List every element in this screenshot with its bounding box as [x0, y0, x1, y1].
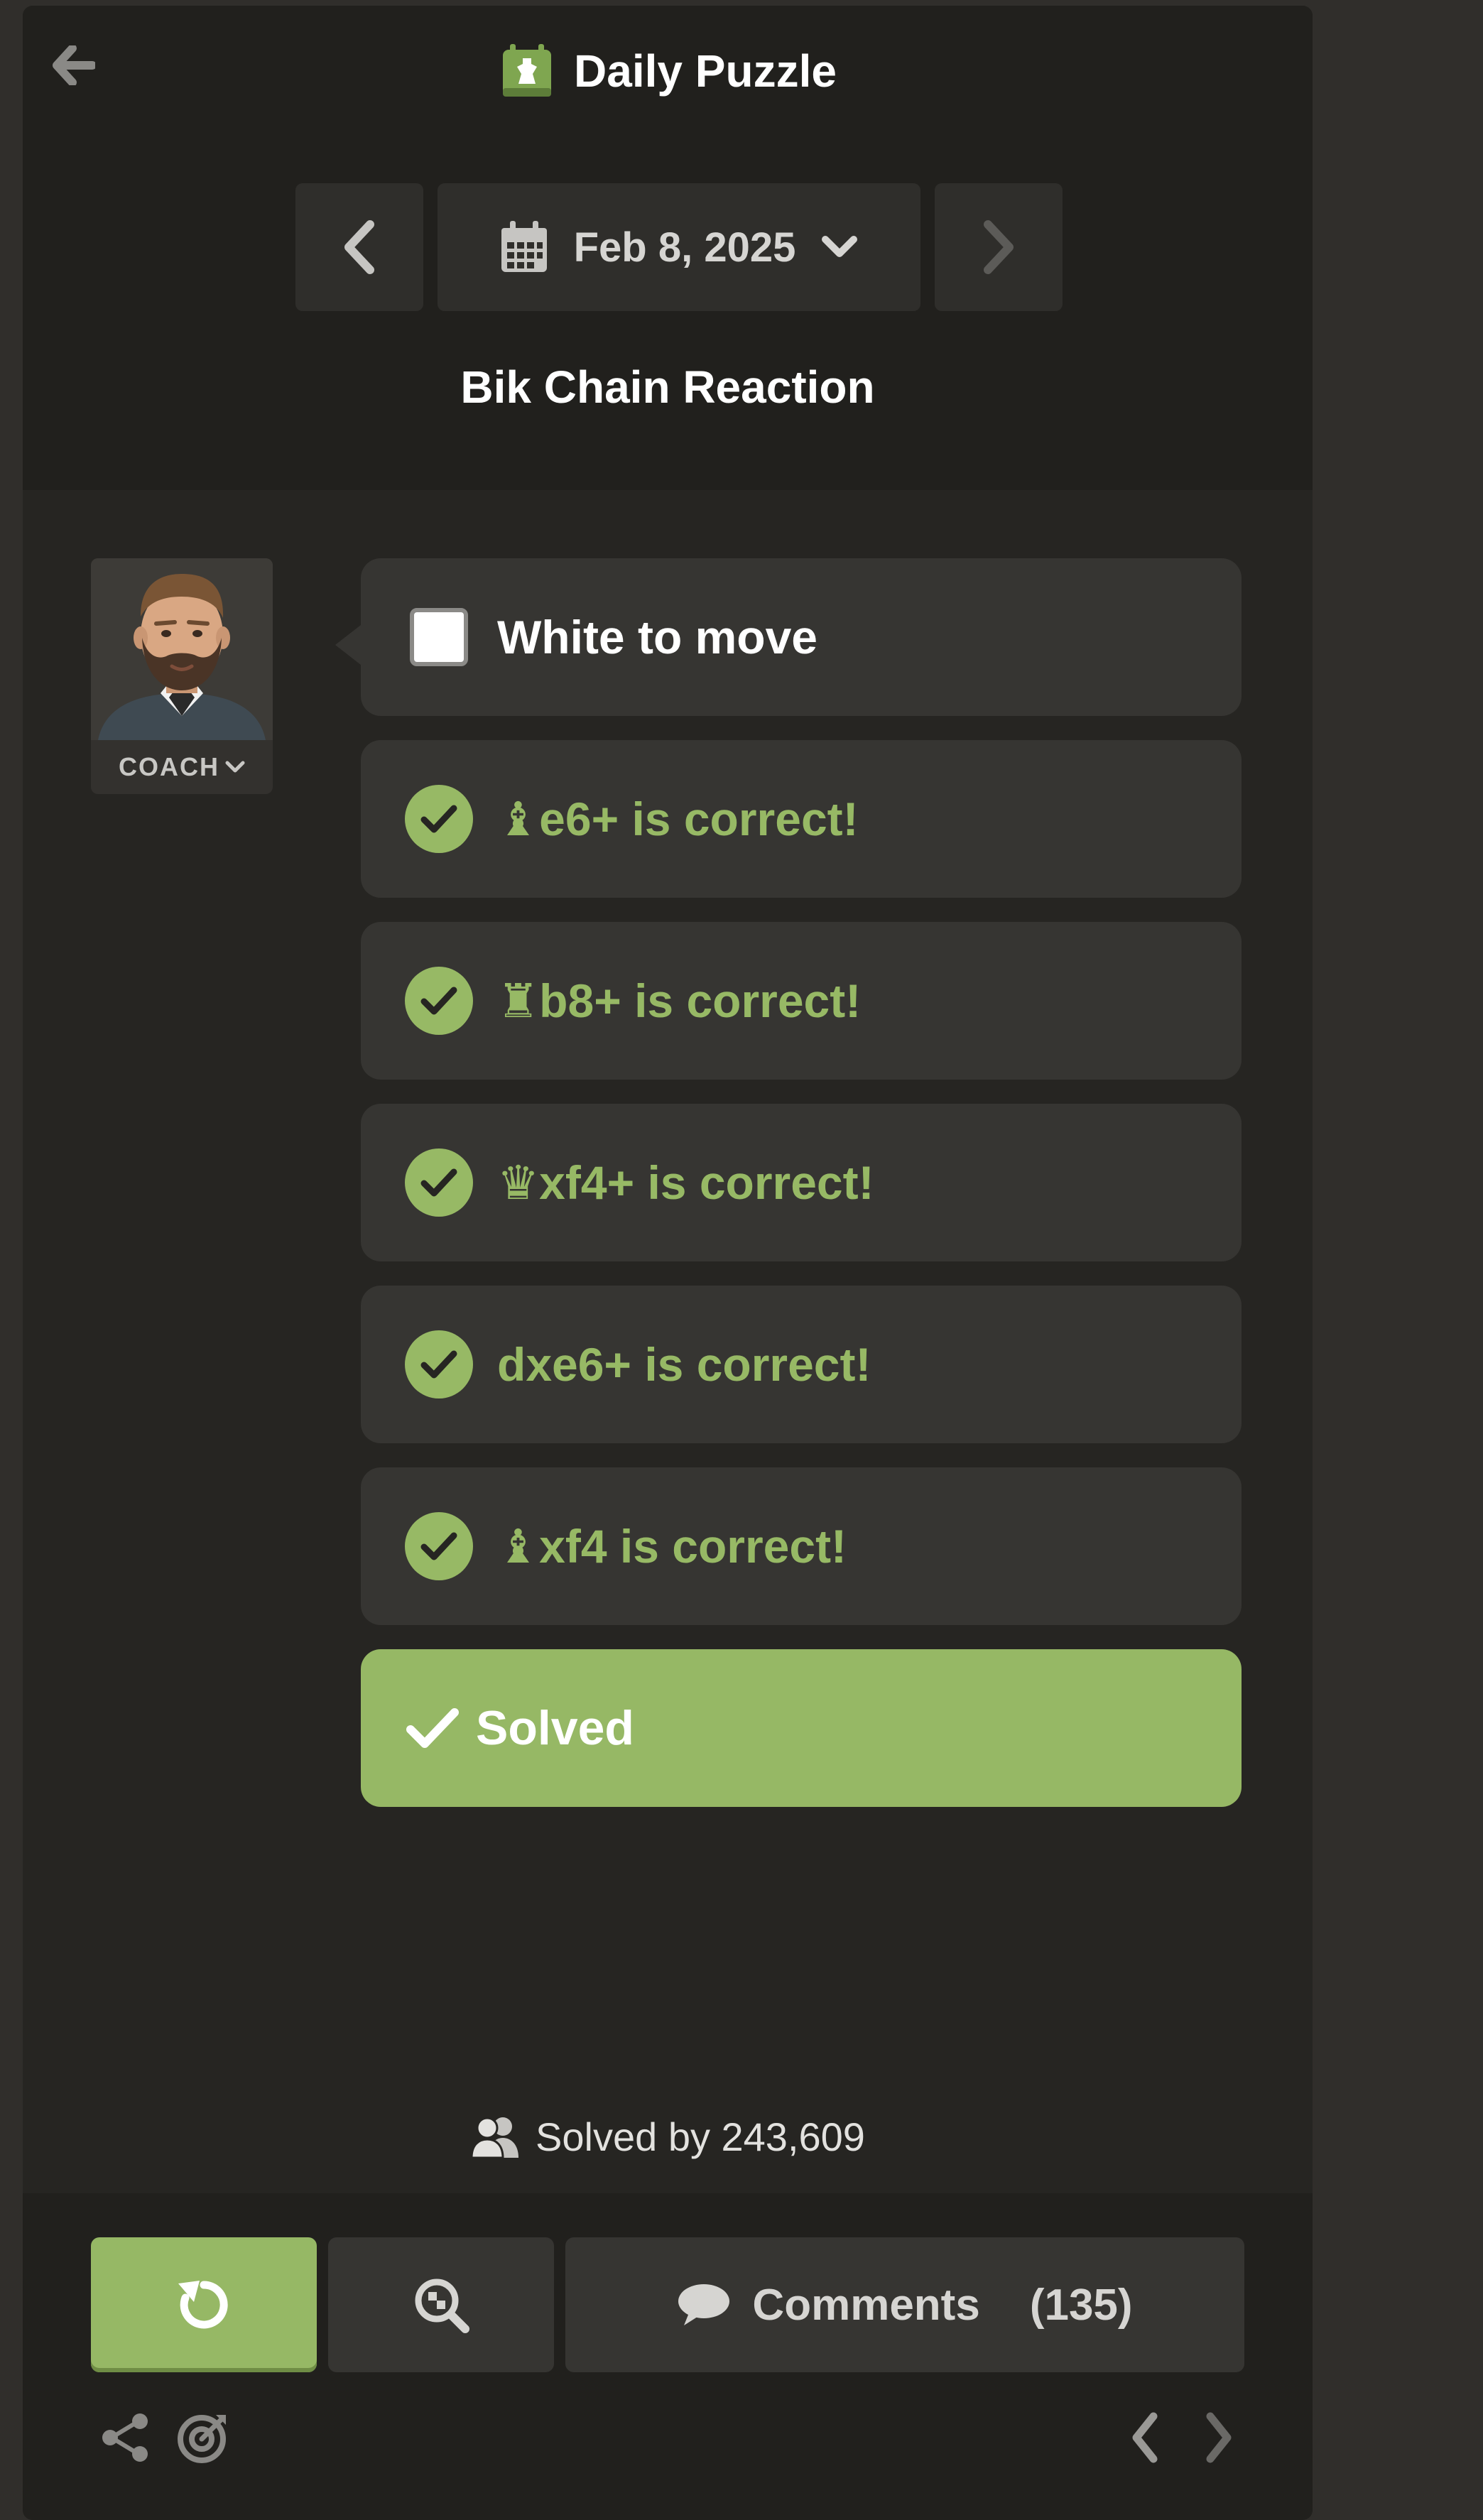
puzzle-panel: Daily Puzzle Feb 8, 2025 Bik Chain React…	[23, 6, 1313, 2520]
date-picker-button[interactable]: Feb 8, 2025	[438, 183, 920, 311]
solved-by-text: Solved by 243,609	[536, 2114, 865, 2159]
chevron-right-icon	[984, 220, 1014, 274]
bishop-icon: ♝	[497, 792, 540, 845]
analysis-icon	[415, 2279, 469, 2333]
check-circle-icon	[405, 1330, 473, 1399]
previous-day-button[interactable]	[295, 183, 423, 311]
next-puzzle-button[interactable]	[1190, 2409, 1247, 2466]
comment-icon	[678, 2284, 730, 2325]
share-button[interactable]	[97, 2409, 153, 2466]
correct-move-message: ♝xf4 is correct!	[361, 1467, 1242, 1625]
chevron-left-icon	[344, 220, 374, 274]
puzzle-title: Bik Chain Reaction	[460, 362, 875, 413]
previous-puzzle-button[interactable]	[1117, 2409, 1173, 2466]
date-label: Feb 8, 2025	[573, 224, 796, 271]
coach-label: COACH	[119, 752, 219, 781]
retry-button[interactable]	[91, 2237, 317, 2372]
solved-count: Solved by 243,609	[23, 2108, 1313, 2165]
next-day-button[interactable]	[935, 183, 1063, 311]
message-text: e6+ is correct!	[539, 792, 859, 845]
solved-label: Solved	[476, 1701, 634, 1755]
daily-puzzle-icon	[503, 44, 552, 97]
correct-move-message: ♝e6+ is correct!	[361, 740, 1242, 898]
comments-label: Comments	[752, 2280, 980, 2330]
coach-selector[interactable]: COACH	[91, 558, 273, 794]
page-title: Daily Puzzle	[574, 45, 837, 97]
bubble-pointer	[335, 625, 361, 665]
avatar	[91, 558, 273, 740]
target-button[interactable]	[175, 2409, 232, 2466]
check-circle-icon	[405, 1148, 473, 1217]
check-circle-icon	[405, 1512, 473, 1580]
target-icon	[178, 2415, 226, 2463]
white-square-icon	[405, 603, 473, 671]
puzzle-header: Daily Puzzle Feb 8, 2025 Bik Chain React…	[23, 6, 1313, 490]
chevron-right-icon	[1206, 2412, 1232, 2463]
move-prompt-message: White to move	[361, 558, 1242, 716]
correct-move-message: ♜b8+ is correct!	[361, 922, 1242, 1080]
footer-toolbar: Comments (135)	[23, 2193, 1313, 2520]
comments-button[interactable]: Comments (135)	[565, 2237, 1244, 2372]
chevron-down-icon	[225, 761, 245, 773]
message-text: dxe6+ is correct!	[497, 1338, 871, 1391]
chevron-down-icon	[822, 236, 858, 257]
queen-icon: ♛	[497, 1156, 540, 1209]
check-circle-icon	[405, 785, 473, 853]
check-circle-icon	[405, 967, 473, 1035]
message-text: xf4 is correct!	[539, 1519, 847, 1573]
message-text: b8+ is correct!	[539, 974, 862, 1027]
correct-move-message: ♛xf4+ is correct!	[361, 1104, 1242, 1261]
message-text: White to move	[497, 611, 818, 663]
bishop-icon: ♝	[497, 1519, 540, 1573]
coach-label-row: COACH	[91, 740, 273, 794]
comments-count: (135)	[1029, 2280, 1133, 2330]
correct-move-message: dxe6+ is correct!	[361, 1286, 1242, 1443]
chevron-left-icon	[1132, 2412, 1158, 2463]
share-icon	[102, 2413, 148, 2462]
message-text: xf4+ is correct!	[539, 1156, 874, 1209]
checkmark-icon	[406, 1708, 459, 1748]
calendar-icon	[501, 221, 547, 272]
header-title-group: Daily Puzzle	[23, 40, 1313, 102]
solved-banner: Solved	[361, 1649, 1242, 1807]
rook-icon: ♜	[497, 974, 540, 1027]
retry-icon	[178, 2281, 228, 2329]
analysis-button[interactable]	[328, 2237, 554, 2372]
users-icon	[470, 2117, 519, 2158]
